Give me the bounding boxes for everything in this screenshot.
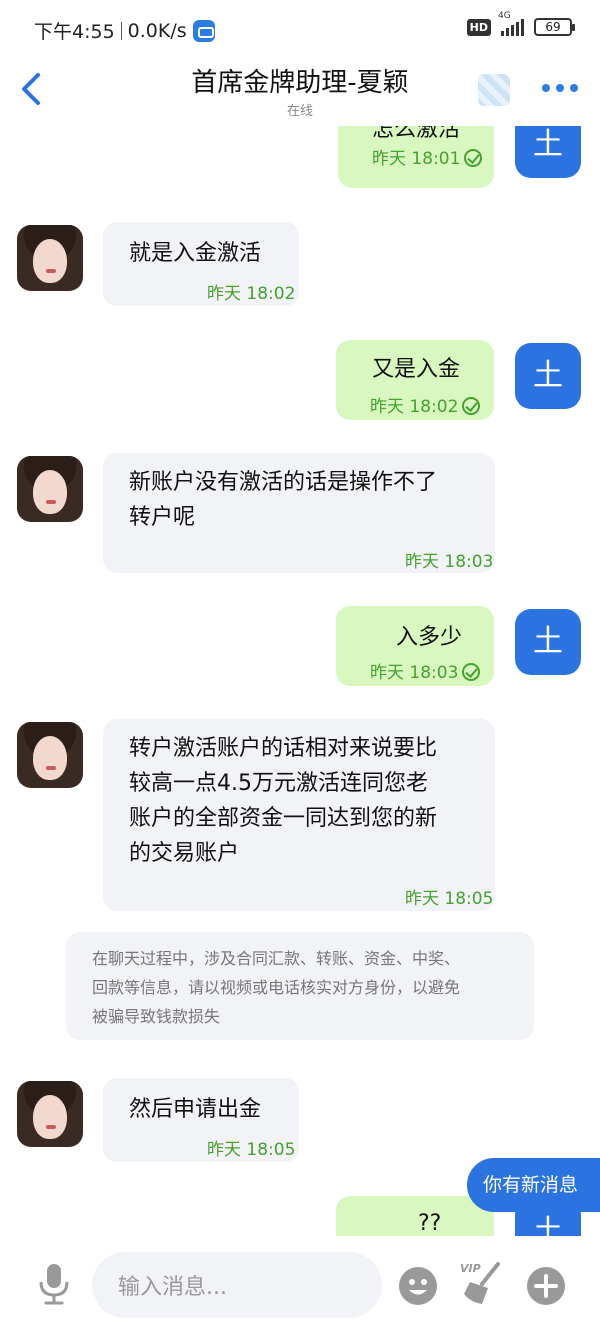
notice-line: 回款等信息，请以视频或电话核实对方身份，以避免: [92, 978, 461, 997]
avatar-lip: [46, 1125, 56, 1129]
message-line: 转户激活账户的话相对来说要比: [129, 736, 438, 761]
status-separator: [120, 21, 122, 40]
vip-broom-icon[interactable]: VIP: [460, 1260, 504, 1306]
message-timestamp: 昨天 18:01: [372, 149, 461, 169]
microphone-icon[interactable]: [36, 1262, 72, 1306]
signal-bar: [506, 28, 509, 36]
message-time: 昨天 18:02: [370, 390, 481, 425]
contact-avatar[interactable]: [17, 722, 83, 788]
avatar-lip: [46, 269, 56, 273]
notice-line: 被骗导致钱款损失: [92, 1007, 221, 1026]
dot: [570, 84, 578, 92]
message-timestamp: 昨天 18:03: [405, 552, 494, 572]
signal-bar: [521, 19, 524, 36]
online-status: 在线: [286, 104, 313, 119]
status-right: HD 4G 69: [466, 11, 575, 36]
chat-header: 首席金牌助理-夏颖 在线: [0, 56, 600, 126]
self-avatar[interactable]: 土: [515, 609, 581, 675]
new-message-button[interactable]: 你有新消息: [467, 1158, 600, 1212]
avatar-face: [33, 470, 67, 514]
dot: [556, 84, 564, 92]
message-timestamp: 昨天 18:05: [405, 889, 494, 909]
message-timestamp: 昨天 18:03: [370, 663, 459, 683]
self-avatar[interactable]: 土: [515, 343, 581, 409]
status-time: 下午4:55: [34, 21, 115, 43]
message-text: 又是入金: [372, 357, 461, 382]
read-check-icon: [464, 149, 483, 167]
message-line: 较高一点4.5万元激活连同您老: [129, 771, 428, 796]
self-avatar-glyph: 土: [533, 358, 563, 393]
plus-icon[interactable]: [526, 1266, 566, 1306]
message-timestamp: 昨天 18:02: [370, 397, 459, 417]
read-check-icon: [462, 397, 481, 415]
message-line: 的交易账户: [129, 841, 240, 866]
notice-line: 在聊天过程中，涉及合同汇款、转账、资金、中奖、: [92, 949, 461, 968]
contact-avatar[interactable]: [17, 1081, 83, 1147]
incoming-message-bubble[interactable]: 然后申请出金 昨天 18:05: [103, 1078, 299, 1162]
read-check-icon: [462, 663, 481, 681]
network-type: 4G: [498, 11, 511, 21]
message-text: ??: [418, 1211, 442, 1236]
message-time: 昨天 18:03: [370, 656, 481, 691]
more-dots-icon[interactable]: [542, 84, 578, 92]
hd-badge: HD: [466, 18, 491, 36]
outgoing-message-bubble[interactable]: 又是入金 昨天 18:02: [336, 340, 494, 420]
status-bar: 下午4:55 0.0K/s HD 4G 69: [0, 0, 600, 56]
app-notification-icon: [192, 19, 215, 42]
input-placeholder: 输入消息...: [118, 1275, 227, 1300]
outgoing-message-bubble[interactable]: ??: [336, 1196, 494, 1236]
safety-notice: 在聊天过程中，涉及合同汇款、转账、资金、中奖、 回款等信息，请以视频或电话核实对…: [66, 932, 534, 1040]
incoming-message-bubble[interactable]: 就是入金激活 昨天 18:02: [103, 222, 299, 306]
avatar-face: [33, 239, 67, 283]
incoming-message-bubble[interactable]: 转户激活账户的话相对来说要比 较高一点4.5万元激活连同您老 账户的全部资金一同…: [103, 719, 495, 911]
signal-bar: [511, 25, 514, 36]
avatar-lip: [46, 500, 56, 504]
emoji-icon[interactable]: [398, 1266, 438, 1306]
dot: [542, 84, 550, 92]
status-speed: 0.0K/s: [127, 19, 187, 42]
status-left: 下午4:55 0.0K/s: [34, 17, 215, 44]
message-timestamp: 昨天 18:02: [207, 284, 296, 304]
message-text: 入多少: [396, 625, 463, 650]
message-line: 账户的全部资金一同达到您的新: [129, 806, 438, 831]
signal-bar: [501, 31, 504, 36]
input-bar: 输入消息... VIP: [0, 1236, 600, 1333]
contact-avatar[interactable]: [17, 456, 83, 522]
message-text: 就是入金激活: [129, 241, 262, 266]
battery-level: 69: [545, 20, 561, 34]
message-list[interactable]: 怎么激活 昨天 18:01 土 就是入金激活 昨天 18:02 又是入金 昨天 …: [0, 126, 600, 1236]
chat-title: 首席金牌助理-夏颖: [191, 68, 409, 98]
message-input[interactable]: 输入消息...: [92, 1252, 382, 1318]
signal-icon: 4G: [498, 11, 524, 36]
self-avatar[interactable]: 土: [515, 126, 581, 178]
self-avatar-glyph: 土: [533, 624, 563, 659]
message-line: 转户呢: [129, 505, 196, 530]
avatar-face: [33, 1095, 67, 1139]
outgoing-message-bubble[interactable]: 入多少 昨天 18:03: [336, 606, 494, 686]
battery-icon: 69: [534, 18, 575, 36]
avatar-face: [33, 736, 67, 780]
signal-bar: [516, 22, 519, 36]
message-text: 新账户没有激活的话是操作不了 转户呢: [129, 465, 437, 535]
message-text: 然后申请出金: [129, 1097, 262, 1122]
outgoing-message-bubble[interactable]: 怎么激活 昨天 18:01: [338, 126, 494, 188]
message-line: 新账户没有激活的话是操作不了: [129, 470, 438, 495]
svg-text:VIP: VIP: [460, 1262, 481, 1275]
contact-avatar-small[interactable]: [478, 74, 510, 106]
message-time: 昨天 18:01: [372, 142, 483, 177]
incoming-message-bubble[interactable]: 新账户没有激活的话是操作不了 转户呢 昨天 18:03: [103, 453, 495, 573]
message-timestamp: 昨天 18:05: [207, 1140, 296, 1160]
avatar-lip: [46, 766, 56, 770]
self-avatar-glyph: 土: [533, 127, 563, 162]
contact-avatar[interactable]: [17, 225, 83, 291]
message-text: 转户激活账户的话相对来说要比 较高一点4.5万元激活连同您老 账户的全部资金一同…: [129, 731, 437, 871]
